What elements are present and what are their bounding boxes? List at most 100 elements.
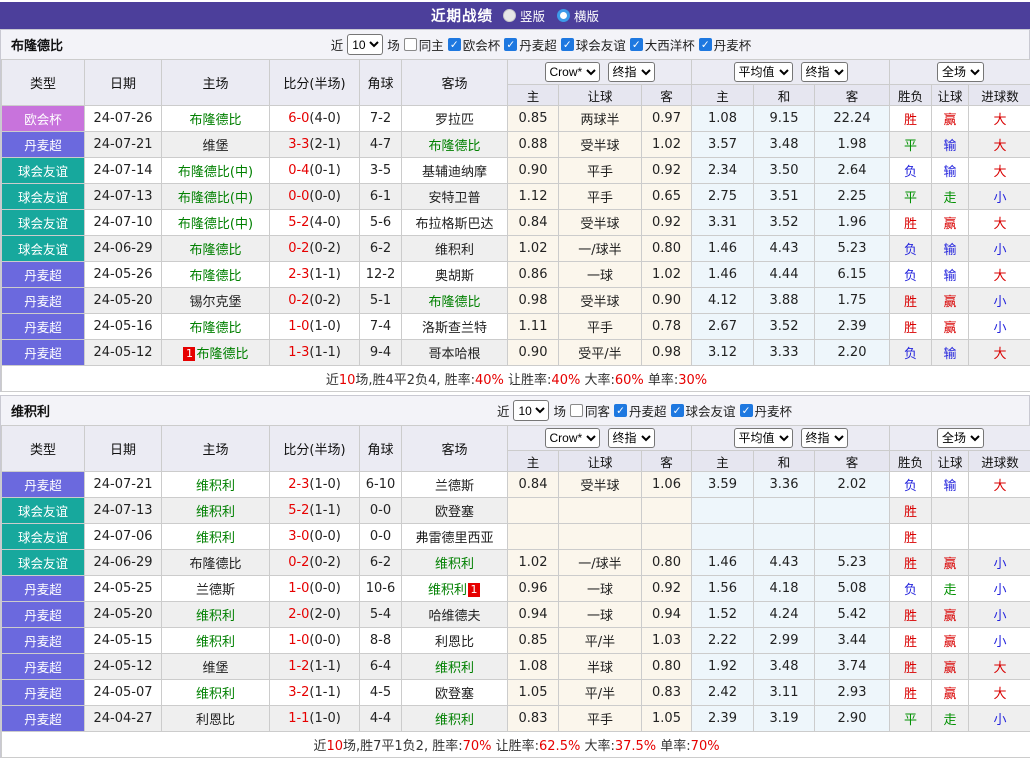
final-index-select[interactable]: 终指 (801, 62, 848, 82)
checkbox-unchecked-icon[interactable] (570, 404, 583, 417)
checkbox-checked-icon[interactable]: ✓ (448, 38, 461, 51)
corners-cell: 6-2 (360, 550, 402, 576)
home-team-cell: 1布隆德比 (162, 340, 270, 366)
bookmaker-select[interactable]: Crow* (545, 428, 600, 448)
odds-cell: 0.90 (508, 158, 559, 184)
odds-cell: 1.08 (508, 654, 559, 680)
result-cell: 大 (969, 262, 1030, 288)
score-cell: 5-2(1-1) (270, 498, 360, 524)
home-team-cell: 布隆德比 (162, 262, 270, 288)
result-cell: 小 (969, 550, 1030, 576)
corners-cell: 5-1 (360, 288, 402, 314)
away-team-name: 兰德斯 (435, 479, 474, 494)
score-cell: 1-2(1-1) (270, 654, 360, 680)
corners-cell: 6-1 (360, 184, 402, 210)
odds-cell: 5.23 (815, 236, 890, 262)
checkbox-checked-icon[interactable]: ✓ (504, 38, 517, 51)
league-checkbox[interactable]: ✓球会友谊 (671, 401, 736, 420)
average-select[interactable]: 平均值 (734, 62, 793, 82)
recent-count-select[interactable]: 10 (347, 34, 383, 55)
radio-circle-icon[interactable] (503, 9, 516, 22)
away-team-name: 基辅迪纳摩 (422, 165, 487, 180)
same-venue-checkbox[interactable]: 同主 (404, 35, 444, 54)
checkbox-checked-icon[interactable]: ✓ (561, 38, 574, 51)
final-index-select[interactable]: 终指 (608, 62, 655, 82)
halftime-score: (0-0) (309, 189, 340, 204)
match-row: 球会友谊24-06-29布隆德比0-2(0-2)6-2维积利1.02一/球半0.… (2, 550, 1030, 576)
odds-cell: 3.44 (815, 628, 890, 654)
match-row: 丹麦超24-05-121布隆德比1-3(1-1)9-4哥本哈根0.90受平/半0… (2, 340, 1030, 366)
result-cell: 输 (932, 158, 969, 184)
odds-cell: 4.43 (754, 550, 815, 576)
bookmaker-select[interactable]: Crow* (545, 62, 600, 82)
radio-horizontal-layout[interactable]: 横版 (557, 6, 599, 25)
league-checkbox[interactable]: ✓欧会杯 (448, 35, 501, 54)
checkbox-checked-icon[interactable]: ✓ (699, 38, 712, 51)
final-index-select[interactable]: 终指 (608, 428, 655, 448)
checkbox-checked-icon[interactable]: ✓ (740, 404, 753, 417)
sub-column-header: 客 (815, 451, 890, 472)
summary-segment: 37.5% (615, 739, 656, 754)
result-cell: 大 (969, 340, 1030, 366)
home-team-name: 维积利 (196, 635, 235, 650)
score-cell: 0-2(0-2) (270, 236, 360, 262)
home-team-cell: 兰德斯 (162, 576, 270, 602)
match-row: 丹麦超24-05-16布隆德比1-0(1-0)7-4洛斯查兰特1.11平手0.7… (2, 314, 1030, 340)
fulltime-score: 1-1 (288, 711, 309, 726)
result-cell: 负 (890, 576, 932, 602)
column-header: 日期 (85, 426, 162, 472)
away-team-cell: 维积利1 (402, 576, 508, 602)
corners-cell: 12-2 (360, 262, 402, 288)
odds-cell: 平手 (559, 184, 642, 210)
radio-circle-checked-icon[interactable] (557, 9, 570, 22)
league-badge: 球会友谊 (2, 498, 85, 524)
match-scope-select[interactable]: 全场 (937, 428, 984, 448)
odds-cell: 两球半 (559, 106, 642, 132)
checkbox-unchecked-icon[interactable] (404, 38, 417, 51)
average-select[interactable]: 平均值 (734, 428, 793, 448)
corners-cell: 4-4 (360, 706, 402, 732)
league-checkbox[interactable]: ✓丹麦超 (614, 401, 667, 420)
league-checkbox[interactable]: ✓丹麦杯 (699, 35, 752, 54)
odds-cell: 3.52 (754, 314, 815, 340)
league-checkbox[interactable]: ✓大西洋杯 (630, 35, 695, 54)
odds-cell: 一/球半 (559, 236, 642, 262)
odds-cell: 1.96 (815, 210, 890, 236)
checkbox-checked-icon[interactable]: ✓ (614, 404, 627, 417)
same-venue-checkbox[interactable]: 同客 (570, 401, 610, 420)
recent-count-select[interactable]: 10 (513, 400, 549, 421)
odds-cell: 1.02 (508, 550, 559, 576)
summary-segment: 让胜率: (504, 373, 552, 388)
home-team-name: 布隆德比(中) (178, 165, 253, 180)
home-team-name: 布隆德比 (189, 113, 241, 128)
score-cell: 0-2(0-2) (270, 550, 360, 576)
checkbox-checked-icon[interactable]: ✓ (671, 404, 684, 417)
result-cell: 输 (932, 262, 969, 288)
date-cell: 24-05-16 (85, 314, 162, 340)
checkbox-checked-icon[interactable]: ✓ (630, 38, 643, 51)
halftime-score: (1-1) (309, 659, 340, 674)
odds-group-header: 平均值终指 (692, 60, 890, 85)
away-team-cell: 基辅迪纳摩 (402, 158, 508, 184)
league-checkbox[interactable]: ✓球会友谊 (561, 35, 626, 54)
halftime-score: (1-0) (309, 477, 340, 492)
sub-column-header: 胜负 (890, 451, 932, 472)
odds-cell (508, 498, 559, 524)
corners-cell: 6-4 (360, 654, 402, 680)
radio-vertical-layout[interactable]: 竖版 (503, 6, 545, 25)
home-team-cell: 维堡 (162, 132, 270, 158)
home-team-name: 布隆德比 (189, 269, 241, 284)
odds-cell: 受半球 (559, 288, 642, 314)
date-cell: 24-07-10 (85, 210, 162, 236)
corners-cell: 7-2 (360, 106, 402, 132)
odds-group-header: Crow* 终指 (508, 426, 692, 451)
final-index-select[interactable]: 终指 (801, 428, 848, 448)
league-checkbox[interactable]: ✓丹麦超 (504, 35, 557, 54)
match-scope-select[interactable]: 全场 (937, 62, 984, 82)
odds-cell: 4.43 (754, 236, 815, 262)
odds-cell: 3.52 (754, 210, 815, 236)
fulltime-score: 0-2 (288, 555, 309, 570)
home-team-name: 布隆德比(中) (178, 217, 253, 232)
league-checkbox[interactable]: ✓丹麦杯 (740, 401, 793, 420)
result-cell: 胜 (890, 680, 932, 706)
